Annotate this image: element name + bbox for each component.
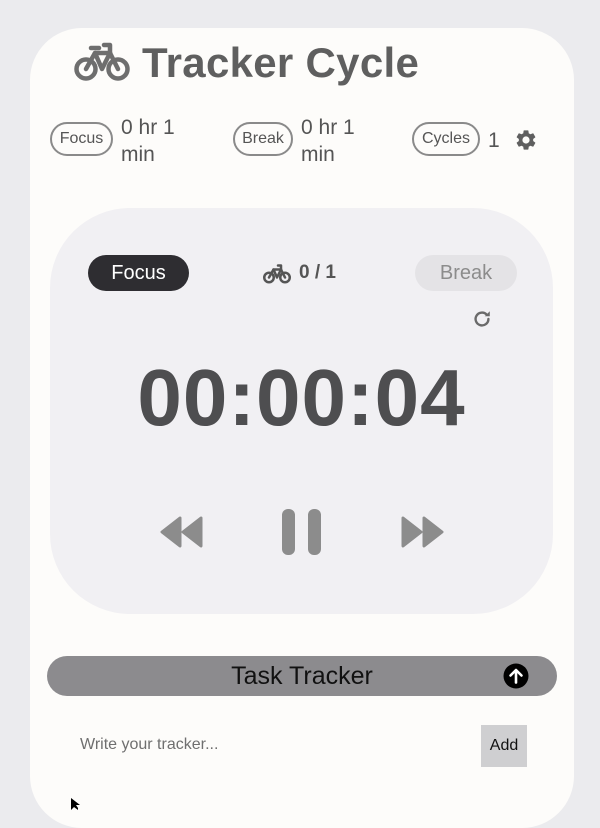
tracker-input[interactable] [66, 725, 466, 765]
cycles-count: 1 [488, 129, 500, 152]
focus-label-pill: Focus [50, 122, 113, 156]
task-tracker-header[interactable]: Task Tracker [47, 656, 557, 696]
reset-icon[interactable] [471, 308, 493, 330]
break-total-value: 0 hr 1 min [301, 116, 355, 166]
mouse-cursor-icon [71, 798, 80, 810]
arrow-up-circle-icon[interactable] [503, 663, 529, 689]
cycle-counter: 0 / 1 [263, 260, 336, 286]
cycles-label-pill: Cycles [412, 122, 480, 156]
focus-mode-button[interactable]: Focus [88, 255, 189, 291]
add-button[interactable]: Add [481, 725, 527, 767]
app-title: Tracker Cycle [142, 39, 420, 86]
fast-forward-icon[interactable] [400, 516, 444, 548]
gear-icon[interactable] [514, 128, 538, 152]
break-mode-button[interactable]: Break [415, 255, 517, 291]
break-label-pill: Break [233, 122, 293, 156]
rewind-icon[interactable] [160, 516, 204, 548]
bicycle-icon [74, 42, 130, 81]
task-tracker-title: Task Tracker [231, 662, 373, 690]
cycle-progress: 0 / 1 [299, 262, 336, 283]
pause-icon[interactable] [281, 508, 323, 556]
bicycle-icon [263, 263, 291, 283]
timer-display: 00:00:04 [137, 353, 466, 442]
focus-total-value: 0 hr 1 min [121, 116, 175, 166]
